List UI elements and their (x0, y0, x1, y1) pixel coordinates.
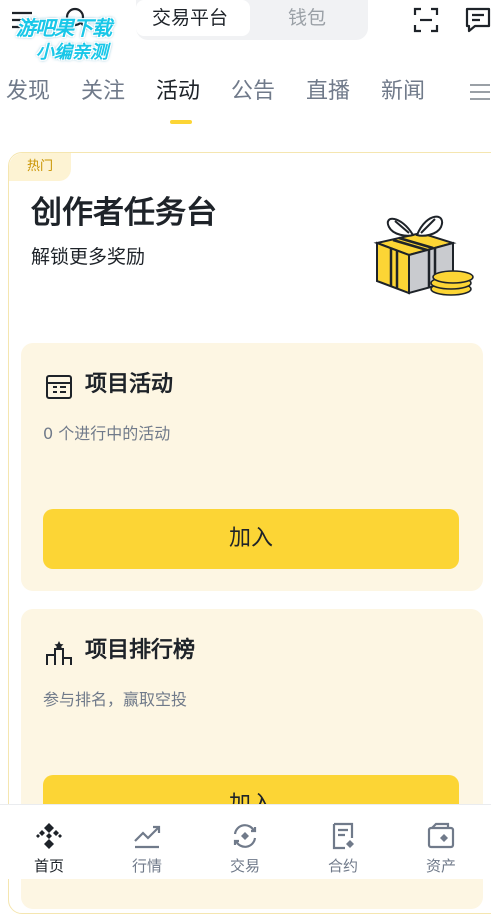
message-icon[interactable] (464, 6, 491, 34)
nav-label: 行情 (131, 857, 162, 875)
tab-news[interactable]: 新闻 (381, 78, 425, 106)
scan-icon[interactable] (412, 6, 440, 34)
segment-wallet[interactable]: 钱包 (288, 6, 326, 30)
platform-switch: 交易平台 钱包 (136, 0, 368, 40)
panel-title: 项目活动 (85, 372, 174, 397)
tab-activities[interactable]: 活动 (156, 78, 200, 106)
watermark: 游吧果下载 小编亲测 (6, 12, 154, 64)
gift-box-icon (373, 215, 474, 296)
project-activities-panel: 项目活动 0 个进行中的活动 加入 (21, 343, 483, 591)
card-subtitle: 解锁更多奖励 (31, 246, 146, 268)
panel-desc: 参与排名，赢取空投 (43, 690, 188, 709)
nav-assets[interactable]: 资产 (392, 805, 490, 879)
panel-desc: 0 个进行中的活动 (43, 424, 171, 443)
card-title: 创作者任务台 (31, 195, 217, 231)
active-tab-indicator (170, 120, 192, 124)
nav-label: 交易 (229, 857, 260, 875)
watermark-line1: 游吧果下载 (16, 16, 112, 40)
more-tabs-icon[interactable] (468, 80, 490, 104)
calendar-icon (46, 375, 72, 399)
nav-home[interactable]: 首页 (0, 805, 98, 879)
segment-exchange[interactable]: 交易平台 (152, 6, 228, 30)
nav-trade[interactable]: 交易 (196, 805, 294, 879)
creator-task-card: 热门 创作者任务台 解锁更多奖励 项目活动 0 个进行中的活动 加入 项目排行榜… (8, 152, 491, 914)
podium-icon (46, 641, 72, 665)
contract-icon (332, 822, 354, 850)
tab-following[interactable]: 关注 (81, 78, 125, 106)
nav-label: 合约 (327, 857, 358, 875)
nav-futures[interactable]: 合约 (294, 805, 392, 879)
chart-icon (134, 825, 161, 849)
panel-title: 项目排行榜 (85, 638, 196, 663)
nav-label: 首页 (33, 857, 64, 875)
trade-icon (233, 824, 257, 848)
tab-announcements[interactable]: 公告 (231, 78, 275, 106)
top-bar: 交易平台 钱包 游吧果下载 小编亲测 (0, 0, 491, 63)
tab-live[interactable]: 直播 (306, 78, 350, 106)
home-icon (36, 823, 62, 849)
content-tabs: 发现 关注 活动 公告 直播 新闻 (0, 60, 491, 130)
wallet-icon (427, 822, 455, 849)
bottom-nav: 首页 行情 交易 合约 资产 (0, 804, 491, 879)
tab-discover[interactable]: 发现 (6, 78, 50, 106)
hot-badge: 热门 (9, 153, 71, 181)
nav-markets[interactable]: 行情 (98, 805, 196, 879)
nav-label: 资产 (425, 857, 456, 875)
join-activities-button[interactable]: 加入 (43, 509, 459, 569)
